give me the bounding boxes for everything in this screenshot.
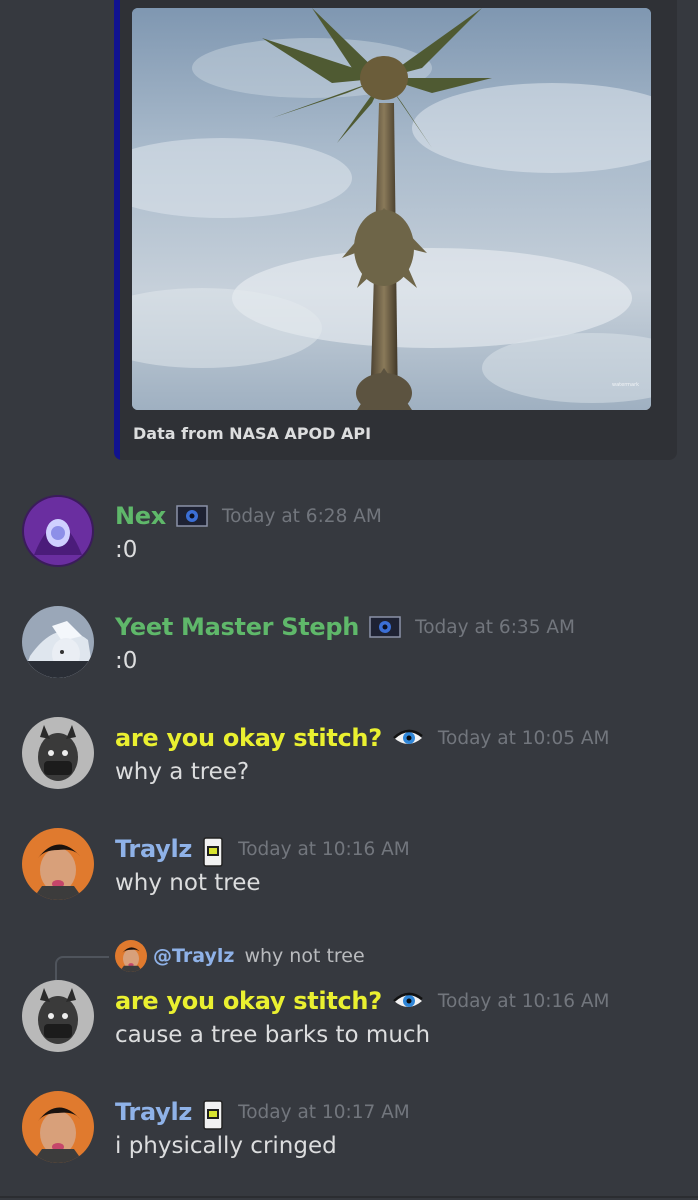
embed-accent-bar	[114, 0, 120, 460]
avatar[interactable]	[22, 495, 94, 567]
message-content: why a tree?	[115, 759, 250, 785]
message-header: are you okay stitch? Today at 10:16 AM	[115, 985, 610, 1017]
timestamp: Today at 10:17 AM	[238, 1101, 410, 1123]
avatar[interactable]	[22, 606, 94, 678]
palm-tree-photo[interactable]: watermark	[132, 8, 651, 410]
timestamp: Today at 6:28 AM	[221, 505, 382, 527]
message-content: i physically cringed	[115, 1133, 337, 1159]
nasa-embed: watermark Data from NASA APOD API	[114, 0, 677, 460]
avatar[interactable]	[22, 980, 94, 1052]
username[interactable]: Traylz	[115, 1098, 192, 1126]
eye-emoji-icon	[392, 989, 424, 1013]
message-header: are you okay stitch? Today at 10:05 AM	[115, 722, 610, 754]
avatar[interactable]	[22, 1091, 94, 1163]
reply-avatar	[115, 940, 147, 972]
embed-footer: Data from NASA APOD API	[133, 424, 372, 443]
svg-text:watermark: watermark	[612, 382, 639, 388]
timestamp: Today at 10:16 AM	[437, 990, 610, 1012]
bottom-divider	[0, 1196, 698, 1198]
message-header: Nex Today at 6:28 AM	[115, 500, 382, 532]
avatar[interactable]	[22, 717, 94, 789]
blue-eye-badge-icon	[369, 615, 401, 639]
reply-spine	[55, 956, 109, 982]
timestamp: Today at 6:35 AM	[415, 616, 575, 638]
avatar[interactable]	[22, 828, 94, 900]
message-header: Yeet Master Steph Today at 6:35 AM	[115, 611, 575, 643]
message-content: cause a tree barks to much	[115, 1022, 431, 1048]
timestamp: Today at 10:05 AM	[437, 727, 610, 749]
message-header: Traylz Today at 10:16 AM	[115, 833, 410, 867]
phone-badge-icon	[202, 837, 224, 867]
timestamp: Today at 10:16 AM	[238, 838, 410, 860]
chat-screen: watermark Data from NASA APOD API Nex To…	[0, 0, 698, 1200]
username[interactable]: Traylz	[115, 835, 192, 863]
reply-preview[interactable]: @Traylz why not tree	[115, 940, 365, 972]
username[interactable]: are you okay stitch?	[115, 987, 382, 1015]
reply-mention[interactable]: @Traylz	[153, 945, 234, 967]
reply-text: why not tree	[244, 945, 365, 967]
message-content: why not tree	[115, 870, 261, 896]
message-content: :0	[115, 537, 138, 563]
eye-emoji-icon	[392, 726, 424, 750]
blue-eye-badge-icon	[176, 504, 208, 528]
username[interactable]: are you okay stitch?	[115, 724, 382, 752]
phone-badge-icon	[202, 1100, 224, 1130]
message-content: :0	[115, 648, 138, 674]
message-header: Traylz Today at 10:17 AM	[115, 1096, 410, 1130]
username[interactable]: Nex	[115, 502, 166, 530]
username[interactable]: Yeet Master Steph	[115, 613, 359, 641]
